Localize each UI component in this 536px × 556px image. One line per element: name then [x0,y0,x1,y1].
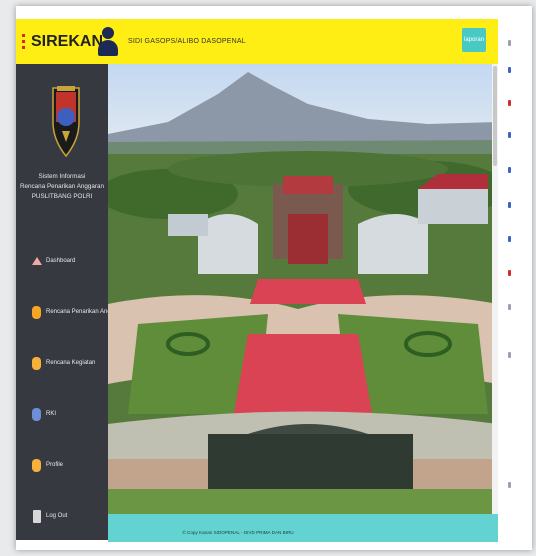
sidebar-item-profile[interactable]: Profile [32,456,63,474]
chart-icon [32,407,41,421]
user-name-label: SIDI GASOPS/ALIBO DASOPENAL [128,38,246,45]
sidebar: Sistem Informasi Rencana Penarikan Angga… [16,64,126,540]
system-title: Sistem Informasi Rencana Penarikan Angga… [19,173,105,200]
menu-toggle-icon[interactable] [22,34,25,49]
top-header-bar: SIREKAN SIDI GASOPS/ALIBO DASOPENAL lapo… [16,19,498,64]
aerial-building-illustration [108,64,498,514]
home-icon [31,254,42,268]
browser-side-strip [500,22,528,532]
document-icon [32,305,41,319]
app-brand[interactable]: SIREKAN [16,19,103,64]
footer-copyright: © Copy Kanan SIDOPENAL - DIVD PRIMA DAN … [182,530,294,535]
sidebar-item-rki[interactable]: RKI [32,405,56,423]
police-emblem-logo [51,82,81,160]
calendar-icon [32,356,41,370]
report-button[interactable]: laporan [462,28,486,52]
sidebar-item-dashboard[interactable]: Dashboard [31,252,75,270]
user-icon [32,458,41,472]
logout-icon [32,509,41,523]
user-avatar-icon[interactable] [96,25,122,59]
footer-bar [108,514,498,542]
app-title: SIREKAN [31,32,104,50]
sidebar-item-logout[interactable]: Log Out [32,507,67,525]
page-scrollbar[interactable] [492,64,498,514]
sidebar-item-rencana-kegiatan[interactable]: Rencana Kegiatan [32,354,95,372]
hero-campus-photo [108,64,498,514]
